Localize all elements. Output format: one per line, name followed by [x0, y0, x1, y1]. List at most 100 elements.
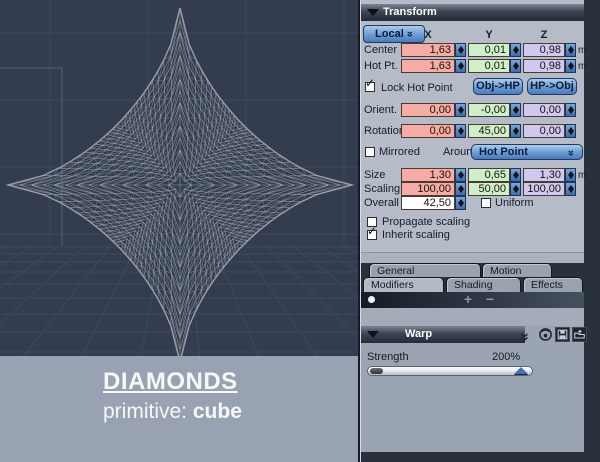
modifier-list-area: [361, 308, 584, 326]
size-label: Size: [364, 169, 386, 181]
hotpt-y-stepper[interactable]: [510, 59, 521, 73]
overall-stepper[interactable]: [455, 196, 466, 210]
center-x-field[interactable]: 1,63: [401, 43, 455, 57]
warp-header: Warp «: [361, 326, 587, 343]
overall-label: Overall: [364, 197, 399, 209]
chevron-down-icon: «: [564, 149, 577, 157]
caption-area: DIAMONDS primitive: cube: [0, 356, 358, 462]
scaling-y-field[interactable]: 50,00: [468, 182, 510, 196]
remove-modifier-button[interactable]: −: [486, 292, 494, 307]
axis-header-y: Y: [485, 29, 493, 41]
tab-general[interactable]: General: [369, 263, 481, 277]
strength-slider[interactable]: [367, 366, 533, 376]
modifier-enabled-dot[interactable]: [368, 296, 375, 303]
orient-y-stepper[interactable]: [510, 103, 521, 117]
hotpt-z-field[interactable]: 0,98: [523, 59, 565, 73]
caption-subtitle: primitive: cube: [103, 400, 242, 424]
propagate-scaling-label: Propagate scaling: [382, 216, 471, 228]
tabs-section: General Motion Modifiers Shading Effects…: [361, 263, 584, 308]
scaling-y-stepper[interactable]: [510, 182, 521, 196]
orient-y-field[interactable]: -0,00: [468, 103, 510, 117]
tab-effects[interactable]: Effects: [523, 277, 583, 292]
scaling-x-stepper[interactable]: [455, 182, 466, 196]
scaling-z-stepper[interactable]: [565, 182, 576, 196]
app-window: DIAMONDS primitive: cube Transform Local…: [0, 0, 600, 462]
collapse-triangle-icon[interactable]: [367, 331, 379, 338]
size-z-field[interactable]: 1,30: [523, 168, 565, 182]
size-y-stepper[interactable]: [510, 168, 521, 182]
tab-shading[interactable]: Shading: [446, 277, 521, 292]
orient-label: Orient.: [364, 104, 398, 116]
collapse-triangle-icon[interactable]: [367, 9, 379, 16]
hotpt-x-stepper[interactable]: [455, 59, 466, 73]
properties-panel: Transform Local « X Y Z Center 1,63 0,01…: [358, 0, 600, 462]
inherit-scaling-checkbox[interactable]: ✓: [367, 224, 377, 240]
orient-x-field[interactable]: 0,00: [401, 103, 455, 117]
section-divider: [361, 252, 584, 263]
center-y-stepper[interactable]: [510, 43, 521, 57]
rotation-y-field[interactable]: 45,00: [468, 124, 510, 138]
size-x-stepper[interactable]: [455, 168, 466, 182]
orient-x-stepper[interactable]: [455, 103, 466, 117]
warp-title-bar[interactable]: Warp: [361, 326, 525, 343]
rotation-x-field[interactable]: 0,00: [401, 124, 455, 138]
chevron-more-icon[interactable]: «: [515, 333, 533, 342]
rotation-z-stepper[interactable]: [565, 124, 576, 138]
hotpt-z-stepper[interactable]: [565, 59, 576, 73]
hotpt-label: Hot Pt.: [364, 60, 398, 72]
tab-modifiers[interactable]: Modifiers: [363, 277, 444, 292]
save-icon[interactable]: [555, 327, 570, 342]
caption-sub-bold: cube: [192, 400, 242, 423]
orient-z-stepper[interactable]: [565, 103, 576, 117]
rotation-label: Rotation: [364, 125, 405, 137]
modifier-list-bar: + −: [361, 292, 584, 308]
obj-to-hp-button[interactable]: Obj->HP: [473, 78, 523, 95]
rotation-y-stepper[interactable]: [510, 124, 521, 138]
size-x-field[interactable]: 1,30: [401, 168, 455, 182]
strength-value: 200%: [492, 351, 521, 363]
orient-z-field[interactable]: 0,00: [523, 103, 565, 117]
panel-bottom-strip: [361, 452, 584, 462]
transform-header[interactable]: Transform: [361, 4, 584, 21]
scaling-x-field[interactable]: 100,00: [401, 182, 455, 196]
mirrored-checkbox[interactable]: ✓: [365, 147, 375, 157]
slider-handle[interactable]: [514, 367, 528, 374]
transform-section: Transform Local « X Y Z Center 1,63 0,01…: [361, 0, 587, 252]
scaling-label: Scaling: [364, 183, 401, 195]
rotation-x-stepper[interactable]: [455, 124, 466, 138]
uniform-checkbox[interactable]: ✓: [481, 198, 491, 208]
viewport-3d[interactable]: [0, 0, 358, 356]
size-z-stepper[interactable]: [565, 168, 576, 182]
mirrored-label: Mirrored: [379, 146, 420, 158]
caption-sub-regular: primitive:: [103, 400, 188, 423]
scaling-z-field[interactable]: 100,00: [523, 182, 565, 196]
warp-title: Warp: [405, 328, 433, 340]
center-x-stepper[interactable]: [455, 43, 466, 57]
hotpt-y-field[interactable]: 0,01: [468, 59, 510, 73]
add-modifier-button[interactable]: +: [464, 292, 472, 307]
tab-motion[interactable]: Motion: [482, 263, 552, 277]
overall-field[interactable]: 42,50: [401, 196, 455, 210]
rotation-z-field[interactable]: 0,00: [523, 124, 565, 138]
inherit-scaling-label: Inherit scaling: [382, 229, 450, 241]
size-y-field[interactable]: 0,65: [468, 168, 510, 182]
lock-hot-point-checkbox[interactable]: ✓: [365, 76, 375, 92]
axis-header-z: Z: [540, 29, 548, 41]
center-z-stepper[interactable]: [565, 43, 576, 57]
size-unit: m: [578, 170, 587, 181]
center-label: Center: [364, 44, 398, 56]
hotpt-unit: m: [578, 61, 587, 72]
panel-left-border: [358, 0, 361, 462]
hp-to-obj-button[interactable]: HP->Obj: [527, 78, 577, 95]
lock-hot-point-label: Lock Hot Point: [381, 82, 453, 94]
transform-title: Transform: [383, 6, 437, 18]
center-y-field[interactable]: 0,01: [468, 43, 510, 57]
around-dropdown[interactable]: Hot Point «: [471, 144, 583, 160]
center-z-field[interactable]: 0,98: [523, 43, 565, 57]
slider-min-handle[interactable]: [370, 368, 383, 374]
caption-title: DIAMONDS: [103, 368, 238, 395]
load-icon[interactable]: [572, 327, 587, 342]
animation-globe-icon[interactable]: [538, 327, 553, 342]
center-unit: m: [578, 45, 587, 56]
hotpt-x-field[interactable]: 1,63: [401, 59, 455, 73]
